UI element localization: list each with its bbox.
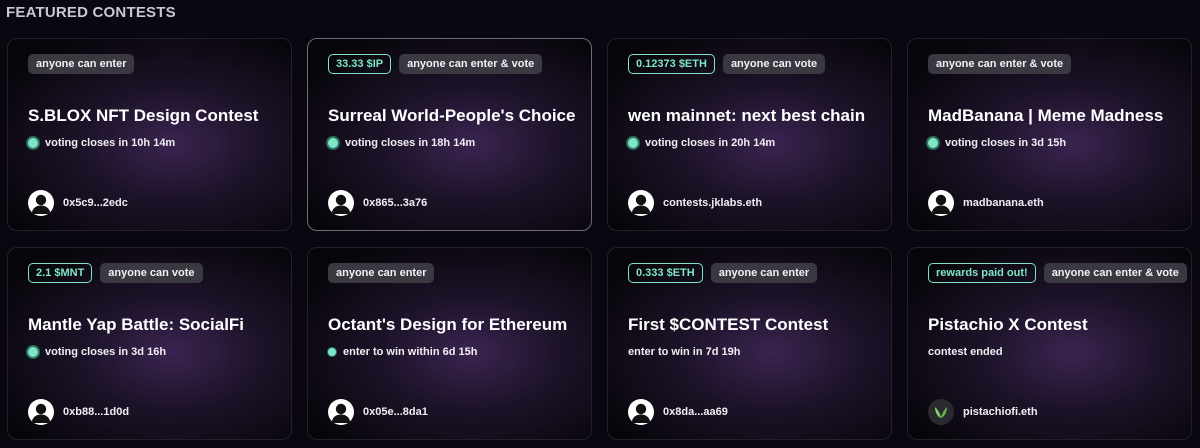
status-dot-icon [28,138,38,148]
status-text: voting closes in 10h 14m [45,137,176,149]
contest-card[interactable]: 0.12373 $ETH anyone can vote wen mainnet: … [607,38,892,231]
eligibility-badge: anyone can vote [100,263,203,283]
contest-title: Mantle Yap Battle: SocialFi [28,315,245,334]
contest-author[interactable]: contests.jklabs.eth [628,190,762,216]
contest-status: enter to win within 6d 15h [328,346,477,358]
contest-card[interactable]: 33.33 $IP anyone can enter & vote Surreal … [307,38,592,231]
user-avatar-icon [328,399,354,425]
contest-status: voting closes in 3d 16h [28,346,166,358]
contest-title: Pistachio X Contest [928,315,1088,334]
status-text: voting closes in 3d 15h [945,137,1067,149]
status-text: voting closes in 18h 14m [345,137,476,149]
eligibility-badge: anyone can enter [710,263,818,283]
contest-card[interactable]: anyone can enter Octant's Design for Ethe… [307,247,592,440]
contest-status: enter to win in 7d 19h [628,346,740,358]
pistachio-logo-icon [928,399,954,425]
contest-status: voting closes in 20h 14m [628,137,775,149]
status-text: voting closes in 3d 16h [45,346,167,358]
author-name: contests.jklabs.eth [663,197,763,209]
status-text: enter to win within 6d 15h [343,346,478,358]
contest-author[interactable]: 0x8da...aa69 [628,399,728,425]
status-dot-icon [928,138,938,148]
eligibility-badge: anyone can enter [328,263,435,283]
contest-status: contest ended [928,346,1003,358]
eligibility-badge: anyone can vote [722,54,826,74]
status-dot-icon [628,138,638,148]
user-avatar-icon [628,190,654,216]
contest-card[interactable]: 2.1 $MNT anyone can vote Mantle Yap Battle… [7,247,292,440]
badge-row: anyone can enter [28,54,135,74]
badge-row: 2.1 $MNT anyone can vote [28,263,203,283]
author-name: 0x5c9...2edc [63,197,128,209]
contest-author[interactable]: pistachiofi.eth [928,399,1038,425]
status-dot-icon [328,138,338,148]
contest-author[interactable]: 0xb88...1d0d [28,399,129,425]
contest-card[interactable]: anyone can enter S.BLOX NFT Design Contes… [7,38,292,231]
badge-row: anyone can enter [328,263,435,283]
status-text: voting closes in 20h 14m [645,137,776,149]
reward-badge: rewards paid out! [928,263,1036,283]
eligibility-badge: anyone can enter & vote [928,54,1072,74]
reward-badge: 33.33 $IP [328,54,392,74]
contest-title: Surreal World-People's Choice [328,106,576,125]
badge-row: anyone can enter & vote [928,54,1072,74]
contest-author[interactable]: 0x865...3a76 [328,190,427,216]
reward-badge: 0.12373 $ETH [628,54,715,74]
status-text: enter to win in 7d 19h [628,346,741,358]
contest-title: Octant's Design for Ethereum [328,315,568,334]
user-avatar-icon [928,190,954,216]
contest-card[interactable]: anyone can enter & vote MadBanana | Meme … [907,38,1192,231]
contest-status: voting closes in 10h 14m [28,137,175,149]
user-avatar-icon [28,399,54,425]
author-name: 0xb88...1d0d [63,406,130,418]
contest-title: MadBanana | Meme Madness [928,106,1164,125]
contest-grid: anyone can enter S.BLOX NFT Design Contes… [7,38,1192,440]
contest-title: First $CONTEST Contest [628,315,829,334]
reward-badge: 0.333 $ETH [628,263,703,283]
author-name: 0x05e...8da1 [363,406,428,418]
reward-badge: 2.1 $MNT [28,263,93,283]
contest-author[interactable]: madbanana.eth [928,190,1044,216]
badge-row: 33.33 $IP anyone can enter & vote [328,54,543,74]
status-text: contest ended [928,346,1003,358]
status-dot-icon [28,347,38,357]
badge-row: 0.12373 $ETH anyone can vote [628,54,826,74]
author-name: 0x8da...aa69 [663,406,728,418]
contest-title: S.BLOX NFT Design Contest [28,106,259,125]
contest-status: voting closes in 18h 14m [328,137,475,149]
contest-card[interactable]: rewards paid out! anyone can enter & vote… [907,247,1192,440]
status-dot-icon [328,348,336,356]
author-name: pistachiofi.eth [963,406,1038,418]
contest-author[interactable]: 0x5c9...2edc [28,190,128,216]
contest-card[interactable]: 0.333 $ETH anyone can enter First $CONTEST… [607,247,892,440]
badge-row: 0.333 $ETH anyone can enter [628,263,818,283]
contest-status: voting closes in 3d 15h [928,137,1066,149]
author-name: madbanana.eth [963,197,1044,209]
user-avatar-icon [28,190,54,216]
badge-row: rewards paid out! anyone can enter & vote [928,263,1187,283]
user-avatar-icon [328,190,354,216]
user-avatar-icon [628,399,654,425]
eligibility-badge: anyone can enter & vote [1043,263,1187,283]
contest-author[interactable]: 0x05e...8da1 [328,399,428,425]
author-name: 0x865...3a76 [363,197,428,209]
section-title: FEATURED CONTESTS [6,4,176,21]
eligibility-badge: anyone can enter & vote [399,54,543,74]
eligibility-badge: anyone can enter [28,54,135,74]
contest-title: wen mainnet: next best chain [628,106,866,125]
